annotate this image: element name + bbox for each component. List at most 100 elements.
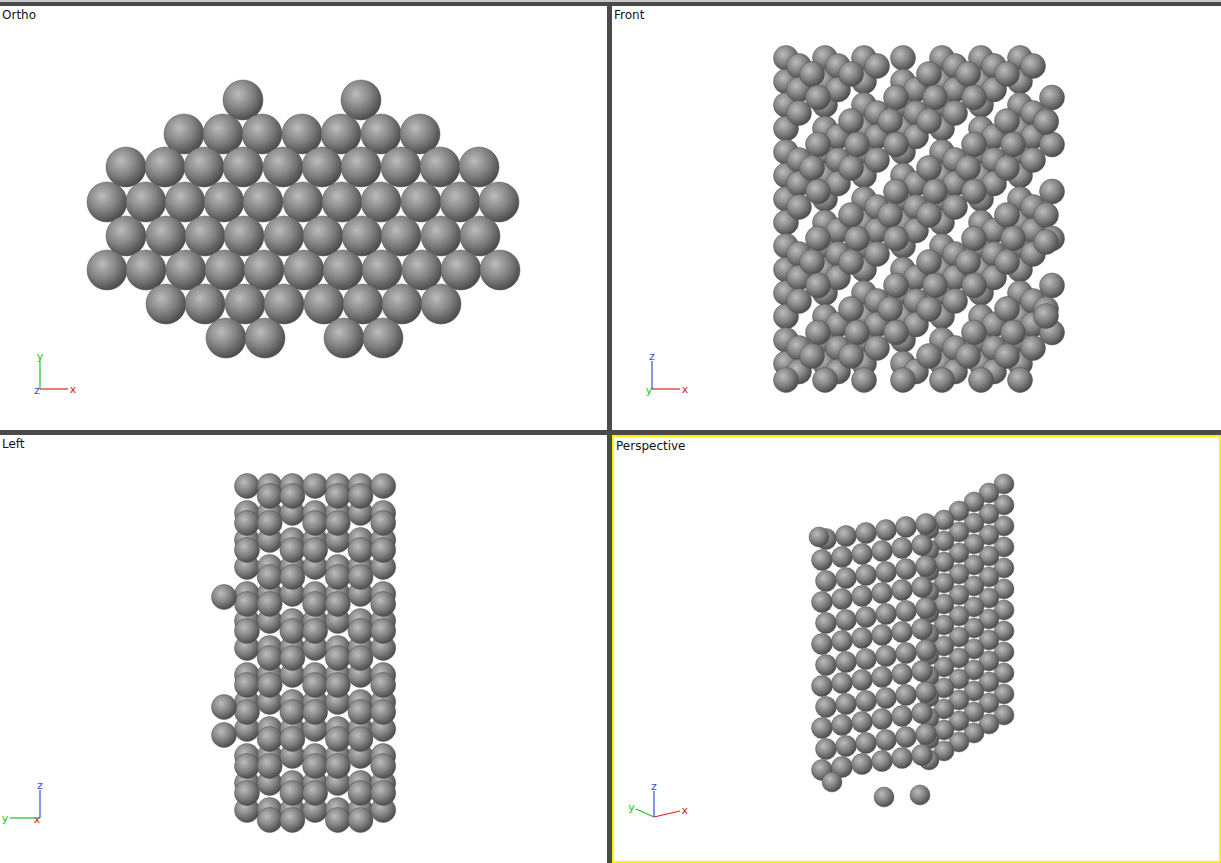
atom bbox=[912, 535, 933, 556]
atom bbox=[325, 511, 350, 536]
atom bbox=[342, 216, 382, 256]
atom bbox=[839, 344, 864, 369]
atom bbox=[852, 368, 877, 393]
atom bbox=[166, 250, 206, 290]
viewport[interactable]: xyzPerspective bbox=[612, 435, 1221, 863]
axis: y bbox=[628, 801, 654, 817]
atom bbox=[361, 182, 401, 222]
atom bbox=[856, 565, 877, 586]
atom bbox=[836, 694, 857, 715]
atom bbox=[1001, 132, 1026, 157]
atom bbox=[832, 547, 853, 568]
viewport-grid: xyzOrthoxyzFrontxyzLeftxyzPerspective bbox=[0, 0, 1221, 863]
atom bbox=[371, 700, 396, 725]
atom bbox=[106, 147, 146, 187]
atom bbox=[884, 273, 909, 298]
atom bbox=[892, 622, 913, 643]
atom bbox=[809, 527, 829, 547]
atom bbox=[884, 320, 909, 345]
atom bbox=[235, 592, 260, 617]
scene-canvas[interactable]: xyz bbox=[0, 6, 607, 430]
atom bbox=[1040, 273, 1065, 298]
atom bbox=[812, 550, 833, 571]
atom bbox=[1008, 368, 1033, 393]
atom bbox=[969, 368, 994, 393]
atom bbox=[303, 673, 328, 698]
atom bbox=[836, 526, 857, 547]
atom bbox=[479, 182, 519, 222]
axis-label: z bbox=[649, 350, 655, 363]
atom bbox=[995, 62, 1020, 87]
atom bbox=[956, 250, 981, 275]
atom bbox=[371, 781, 396, 806]
atom bbox=[1034, 203, 1059, 228]
axis-label: z bbox=[651, 780, 657, 793]
axis: x bbox=[652, 383, 689, 396]
atom bbox=[892, 748, 913, 769]
atom bbox=[257, 484, 282, 509]
scene-canvas[interactable]: xyz bbox=[612, 6, 1221, 430]
atom bbox=[1021, 54, 1046, 79]
atom bbox=[836, 652, 857, 673]
atom bbox=[206, 318, 246, 358]
atom bbox=[816, 655, 837, 676]
atom bbox=[264, 284, 304, 324]
atom bbox=[995, 250, 1020, 275]
atom bbox=[852, 754, 873, 775]
scene-canvas[interactable]: xyz bbox=[614, 437, 1219, 861]
atom bbox=[800, 156, 825, 181]
atom bbox=[480, 250, 520, 290]
atom bbox=[962, 132, 987, 157]
atom bbox=[421, 284, 461, 324]
axis-label: y bbox=[628, 801, 635, 814]
atom bbox=[884, 132, 909, 157]
viewport[interactable]: xyzOrtho bbox=[0, 6, 607, 430]
atom bbox=[800, 62, 825, 87]
atom bbox=[348, 538, 373, 563]
atom bbox=[832, 631, 853, 652]
atom bbox=[856, 649, 877, 670]
atom bbox=[280, 619, 305, 644]
atom bbox=[956, 156, 981, 181]
atom bbox=[962, 85, 987, 110]
axis: z bbox=[651, 780, 657, 817]
atom bbox=[884, 226, 909, 251]
viewport[interactable]: xyzFront bbox=[612, 6, 1221, 430]
atom bbox=[441, 250, 481, 290]
axis-gizmo-icon: xyz bbox=[628, 780, 688, 817]
atom bbox=[896, 601, 917, 622]
atom bbox=[224, 216, 264, 256]
atom bbox=[371, 474, 396, 499]
atom bbox=[324, 318, 364, 358]
atom bbox=[348, 619, 373, 644]
viewport[interactable]: xyzLeft bbox=[0, 435, 607, 863]
atom bbox=[341, 80, 381, 120]
axis: z bbox=[649, 350, 655, 389]
atom bbox=[280, 565, 305, 590]
atom bbox=[872, 667, 893, 688]
atom bbox=[280, 808, 305, 833]
atom bbox=[325, 808, 350, 833]
atom bbox=[244, 250, 284, 290]
atom bbox=[816, 739, 837, 760]
scene-canvas[interactable]: xyz bbox=[0, 435, 607, 863]
atom bbox=[917, 156, 942, 181]
atom bbox=[460, 216, 500, 256]
atom bbox=[876, 562, 897, 583]
axis-label: z bbox=[34, 384, 40, 397]
atom bbox=[995, 156, 1020, 181]
atom bbox=[995, 109, 1020, 134]
atom bbox=[856, 607, 877, 628]
atom bbox=[872, 751, 893, 772]
atom bbox=[852, 670, 873, 691]
atom bbox=[145, 147, 185, 187]
atom bbox=[1034, 230, 1059, 255]
atom bbox=[212, 695, 237, 720]
atom bbox=[923, 85, 948, 110]
viewport-label: Ortho bbox=[2, 8, 36, 22]
atom bbox=[146, 284, 186, 324]
atom bbox=[459, 147, 499, 187]
atom bbox=[917, 203, 942, 228]
atom bbox=[836, 568, 857, 589]
atom bbox=[1040, 85, 1065, 110]
